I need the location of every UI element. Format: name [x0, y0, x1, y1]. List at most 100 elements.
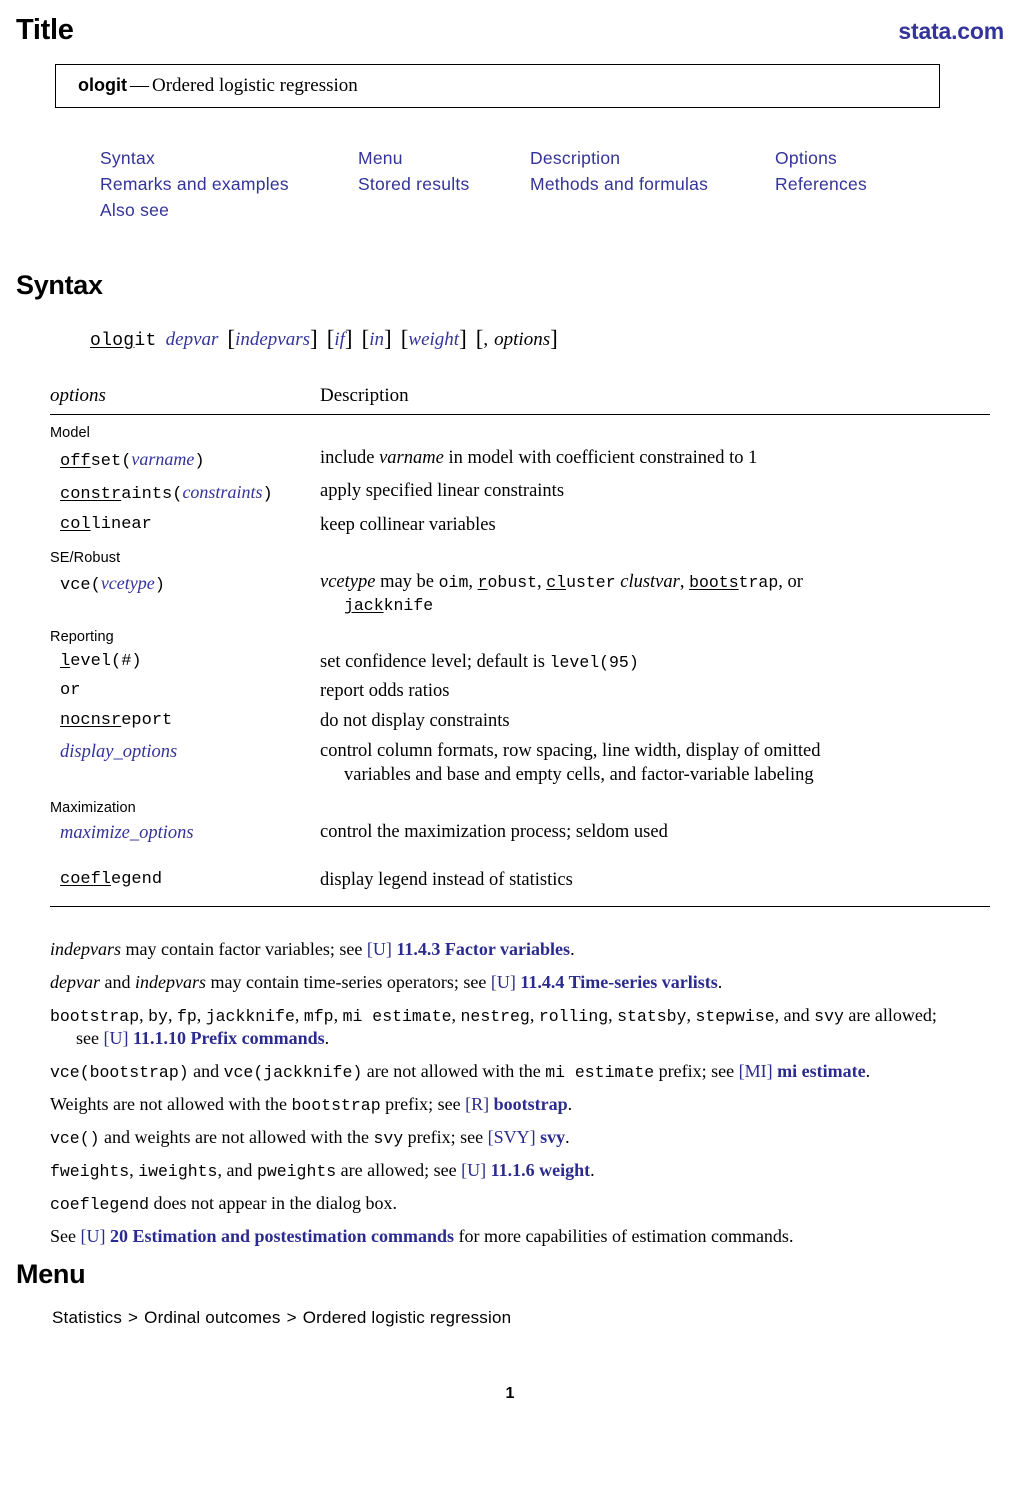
table-row: or report odds ratios [50, 677, 990, 707]
option-constraints[interactable]: constraints(constraints) [50, 479, 320, 508]
manual-ref-link[interactable]: 11.1.10 Prefix commands [128, 1028, 325, 1048]
table-row: constraints(constraints) apply specified… [50, 477, 990, 511]
table-row: display_options control column formats, … [50, 736, 990, 790]
desc-italic: varname [379, 447, 444, 468]
note-text: See [50, 1225, 81, 1246]
bracket-close-in: ] [384, 326, 392, 351]
option-or[interactable]: or [50, 679, 320, 704]
manual-ref-tag[interactable]: [U] [491, 972, 516, 992]
option-maximize-options-description: control the maximization process; seldom… [320, 822, 668, 843]
toc-link-methods-and-formulas[interactable]: Methods and formulas [530, 174, 775, 195]
toc-link-menu[interactable]: Menu [358, 148, 530, 169]
note-text: . [565, 1126, 570, 1147]
manual-ref-link[interactable]: svy [536, 1127, 565, 1147]
note-mono: vce(bootstrap) [50, 1063, 189, 1083]
option-vce[interactable]: vce(vcetype) [50, 570, 320, 599]
desc-pre: set confidence level; default is [320, 651, 550, 672]
note-mono: bootstrap [50, 1006, 140, 1026]
option-coeflegend[interactable]: coeflegend [50, 868, 320, 893]
section-heading-menu: Menu [16, 1259, 86, 1289]
note-text: , [294, 1004, 304, 1025]
syntax-options: options [494, 329, 551, 350]
page-number: 1 [505, 1385, 515, 1402]
breadcrumb: Statistics > Ordinal outcomes > Ordered logi… [52, 1308, 511, 1328]
manual-ref-link[interactable]: 11.4.4 Time-series varlists [516, 972, 717, 992]
toc-link-also-see[interactable]: Also see [100, 200, 358, 221]
group-header-model: Model [50, 425, 90, 441]
option-offset-description: include varname in model with coefficien… [320, 446, 990, 470]
manual-ref-tag[interactable]: [R] [465, 1094, 489, 1114]
manual-ref-link[interactable]: bootstrap [489, 1094, 568, 1114]
note-mono: by [148, 1006, 168, 1026]
command-title-box: ologit — Ordered logistic regression [55, 64, 940, 108]
option-or-description: report odds ratios [320, 681, 450, 702]
syntax-cmd-abbrev: olog [90, 331, 135, 351]
abbrev-part: boots [689, 573, 739, 593]
note-italic: indepvars [134, 971, 206, 992]
stata-com-link[interactable]: stata.com [898, 18, 1004, 45]
rest-part: aints( [121, 485, 183, 505]
option-vce-description: vcetype may be oim, robust, cluster clus… [320, 570, 990, 616]
abbrev-part: r [477, 573, 488, 593]
option-maximize-options[interactable]: maximize_options [50, 820, 320, 847]
table-row: collinear keep collinear variables [50, 510, 990, 540]
syntax-depvar: depvar [165, 329, 219, 350]
rest-part: egend [111, 870, 163, 890]
note-text: for more capabilities of estimation comm… [454, 1225, 794, 1246]
manual-ref-link[interactable]: mi estimate [773, 1061, 865, 1081]
option-level[interactable]: level(#) [50, 650, 320, 675]
note-text: Weights are not allowed with the [50, 1094, 292, 1115]
note-text: prefix; see [403, 1126, 488, 1147]
toc-link-syntax[interactable]: Syntax [100, 148, 358, 169]
note-text: and [188, 1061, 224, 1082]
note-text: and [99, 971, 135, 992]
breadcrumb-item-ordinal-outcomes: Ordinal outcomes [144, 1308, 281, 1327]
option-display-options[interactable]: display_options [50, 739, 320, 766]
manual-ref-tag[interactable]: [U] [103, 1028, 128, 1048]
manual-ref-tag[interactable]: [U] [367, 939, 392, 959]
abbrev-part: nocnsr [60, 710, 122, 730]
option-constraints-description: apply specified linear constraints [320, 481, 565, 502]
toc-link-options[interactable]: Options [775, 148, 955, 169]
note-italic: indepvars [50, 939, 121, 959]
note-text: . [717, 971, 723, 992]
footnote-indepvars-factor: indepvars may contain factor variables; … [50, 938, 1005, 961]
footnote-mi-estimate: vce(bootstrap) and vce(jackknife) are no… [50, 1060, 1005, 1083]
bracket-close-indepvars: ] [310, 326, 318, 351]
note-mono: jackknife [205, 1006, 295, 1026]
table-row: coeflegend display legend instead of sta… [50, 866, 990, 896]
note-mono: bootstrap [291, 1096, 381, 1116]
note-text: may contain time-series operators; see [205, 971, 491, 992]
note-text: , [333, 1004, 343, 1025]
abbrev-part: col [60, 514, 91, 534]
options-table-header: options Description [50, 385, 990, 414]
option-offset[interactable]: offset(varname) [50, 446, 320, 475]
abbrev-part: l [60, 651, 71, 671]
note-mono: svy [814, 1006, 844, 1026]
toc-link-stored-results[interactable]: Stored results [358, 174, 530, 195]
manual-ref-tag[interactable]: [MI] [739, 1061, 773, 1081]
manual-ref-tag[interactable]: [U] [81, 1226, 106, 1246]
toc-link-remarks-and-examples[interactable]: Remarks and examples [100, 174, 358, 195]
option-collinear[interactable]: collinear [50, 513, 320, 538]
document-page: Title stata.com ologit — Ordered logistic … [0, 0, 1020, 1492]
option-nocnsreport[interactable]: nocnsreport [50, 709, 320, 734]
manual-ref-tag[interactable]: [U] [461, 1160, 486, 1180]
toc-link-description[interactable]: Description [530, 148, 775, 169]
abbrev-part: off [60, 451, 91, 471]
note-mono: vce() [50, 1128, 100, 1148]
bracket-close-if: ] [344, 326, 353, 351]
table-row: level(#) set confidence level; default i… [50, 647, 990, 677]
manual-ref-tag[interactable]: [SVY] [488, 1127, 536, 1147]
note-text: . [590, 1159, 595, 1180]
note-text: . [567, 1094, 573, 1115]
toc-link-references[interactable]: References [775, 174, 955, 195]
note-text: . [865, 1061, 871, 1082]
manual-ref-link[interactable]: 11.1.6 weight [486, 1160, 591, 1180]
note-text: , [608, 1004, 618, 1025]
footnotes: indepvars may contain factor variables; … [50, 938, 1005, 1258]
manual-ref-link[interactable]: 11.4.3 Factor variables [392, 939, 570, 959]
manual-ref-link[interactable]: 20 Estimation and postestimation command… [106, 1226, 454, 1246]
syntax-weight: weight [408, 329, 460, 350]
group-header-reporting: Reporting [50, 629, 114, 646]
